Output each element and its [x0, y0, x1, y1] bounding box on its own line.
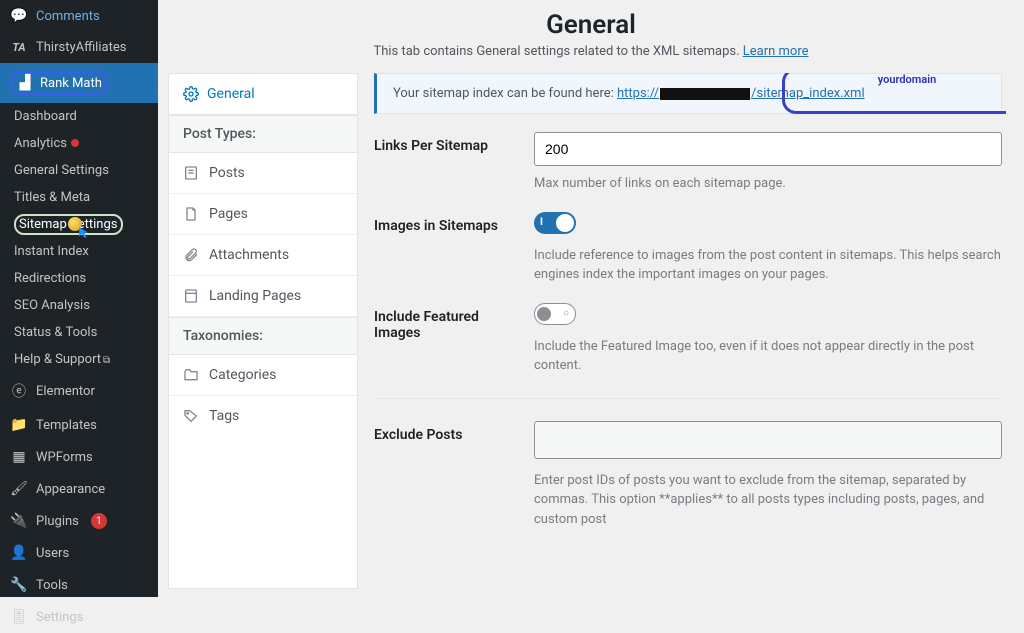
sidebar-label: Comments: [36, 9, 100, 24]
redacted-domain: [660, 88, 750, 100]
featured-images-toggle[interactable]: ○: [534, 303, 576, 325]
brush-icon: 🖌: [10, 481, 28, 497]
sidebar-item-thirstyaffiliates[interactable]: TA ThirstyAffiliates: [0, 32, 158, 63]
field-label: Links Per Sitemap: [374, 132, 514, 194]
page-title: General: [158, 10, 1024, 40]
sitemap-url-link[interactable]: https:///sitemap_index.xml: [617, 86, 865, 101]
field-links-per-sitemap: Links Per Sitemap Max number of links on…: [374, 132, 1002, 194]
sidebar-sub-analytics[interactable]: Analytics: [0, 130, 158, 157]
tab-general[interactable]: General: [169, 74, 357, 115]
sidebar-item-comments[interactable]: 💬 Comments: [0, 0, 158, 32]
field-label: Include Featured Images: [374, 303, 514, 376]
field-help: Include reference to images from the pos…: [534, 246, 1002, 285]
page-header: General This tab contains General settin…: [158, 0, 1024, 73]
settings-tabs: General Post Types: Posts Pages Attachme…: [168, 73, 358, 589]
tab-categories[interactable]: Categories: [169, 355, 357, 396]
tab-attachments[interactable]: Attachments: [169, 235, 357, 276]
exclude-posts-input[interactable]: [534, 421, 1002, 459]
landing-icon: [183, 288, 199, 304]
ta-icon: TA: [10, 41, 28, 54]
sliders-icon: 🎚: [10, 609, 28, 625]
links-per-sitemap-input[interactable]: [534, 132, 1002, 166]
wrench-icon: 🔧: [10, 577, 28, 593]
sidebar-sub-status-tools[interactable]: Status & Tools: [0, 319, 158, 346]
sidebar-item-tools[interactable]: 🔧Tools: [0, 569, 158, 601]
divider: [374, 398, 1002, 399]
sidebar-label: Rank Math: [40, 76, 102, 91]
post-icon: [183, 165, 199, 181]
plug-icon: 🔌: [10, 513, 28, 529]
settings-content: Your sitemap index can be found here: ht…: [374, 73, 1006, 589]
external-icon: ⧉: [103, 355, 110, 366]
sidebar-sub-general-settings[interactable]: General Settings: [0, 157, 158, 184]
tab-pages[interactable]: Pages: [169, 194, 357, 235]
sidebar-item-wpforms[interactable]: ▦WPForms: [0, 441, 158, 473]
field-help: Max number of links on each sitemap page…: [534, 174, 1002, 194]
badge-count: 1: [91, 513, 107, 529]
learn-more-link[interactable]: Learn more: [743, 44, 809, 59]
field-label: Exclude Posts: [374, 421, 514, 530]
gear-icon: [183, 86, 199, 102]
sidebar-sub-instant-index[interactable]: Instant Index: [0, 238, 158, 265]
rankmath-icon: ▟: [16, 75, 34, 91]
paperclip-icon: [183, 247, 199, 263]
sidebar-label: ThirstyAffiliates: [36, 40, 126, 55]
page-icon: [183, 206, 199, 222]
sidebar-item-rankmath[interactable]: ▟ Rank Math: [0, 63, 158, 103]
templates-icon: 📁: [10, 417, 28, 433]
tab-posts[interactable]: Posts: [169, 153, 357, 194]
wp-admin-sidebar: 💬 Comments TA ThirstyAffiliates ▟ Rank M…: [0, 0, 158, 597]
dot-icon: [71, 139, 79, 147]
field-label: Images in Sitemaps: [374, 212, 514, 285]
sidebar-sub-titles-meta[interactable]: Titles & Meta: [0, 184, 158, 211]
sidebar-item-settings[interactable]: 🎚Settings: [0, 601, 158, 633]
wpforms-icon: ▦: [10, 449, 28, 465]
images-toggle[interactable]: I: [534, 212, 576, 234]
main-panel: General This tab contains General settin…: [158, 0, 1024, 597]
sidebar-item-users[interactable]: 👤Users: [0, 537, 158, 569]
sidebar-sub-dashboard[interactable]: Dashboard: [0, 103, 158, 130]
sidebar-item-templates[interactable]: 📁Templates: [0, 409, 158, 441]
elementor-icon: ⓔ: [10, 381, 28, 401]
annotation-label: yourdomain: [878, 73, 937, 86]
tab-landing-pages[interactable]: Landing Pages: [169, 276, 357, 317]
sidebar-item-elementor[interactable]: ⓔElementor: [0, 373, 158, 409]
tab-tags[interactable]: Tags: [169, 396, 357, 436]
tag-icon: [183, 408, 199, 424]
field-help: Enter post IDs of posts you want to excl…: [534, 471, 1002, 530]
sitemap-url-callout: Your sitemap index can be found here: ht…: [374, 73, 1002, 114]
sidebar-sub-sitemap-settings[interactable]: Sitemap Settings: [0, 211, 158, 238]
field-exclude-posts: Exclude Posts Enter post IDs of posts yo…: [374, 421, 1002, 530]
field-featured-images: Include Featured Images ○ Include the Fe…: [374, 303, 1002, 376]
sidebar-item-plugins[interactable]: 🔌Plugins1: [0, 505, 158, 537]
comment-icon: 💬: [10, 8, 28, 24]
sidebar-sub-help-support[interactable]: Help & Support⧉: [0, 346, 158, 373]
field-help: Include the Featured Image too, even if …: [534, 337, 1002, 376]
page-subtitle: This tab contains General settings relat…: [158, 44, 1024, 59]
tab-group-taxonomies: Taxonomies:: [169, 317, 357, 355]
folder-icon: [183, 367, 199, 383]
field-images-in-sitemaps: Images in Sitemaps I Include reference t…: [374, 212, 1002, 285]
sidebar-sub-redirections[interactable]: Redirections: [0, 265, 158, 292]
sidebar-item-appearance[interactable]: 🖌Appearance: [0, 473, 158, 505]
user-icon: 👤: [10, 545, 28, 561]
tab-group-post-types: Post Types:: [169, 115, 357, 153]
highlight-cursor-icon: [68, 217, 88, 237]
sidebar-sub-seo-analysis[interactable]: SEO Analysis: [0, 292, 158, 319]
